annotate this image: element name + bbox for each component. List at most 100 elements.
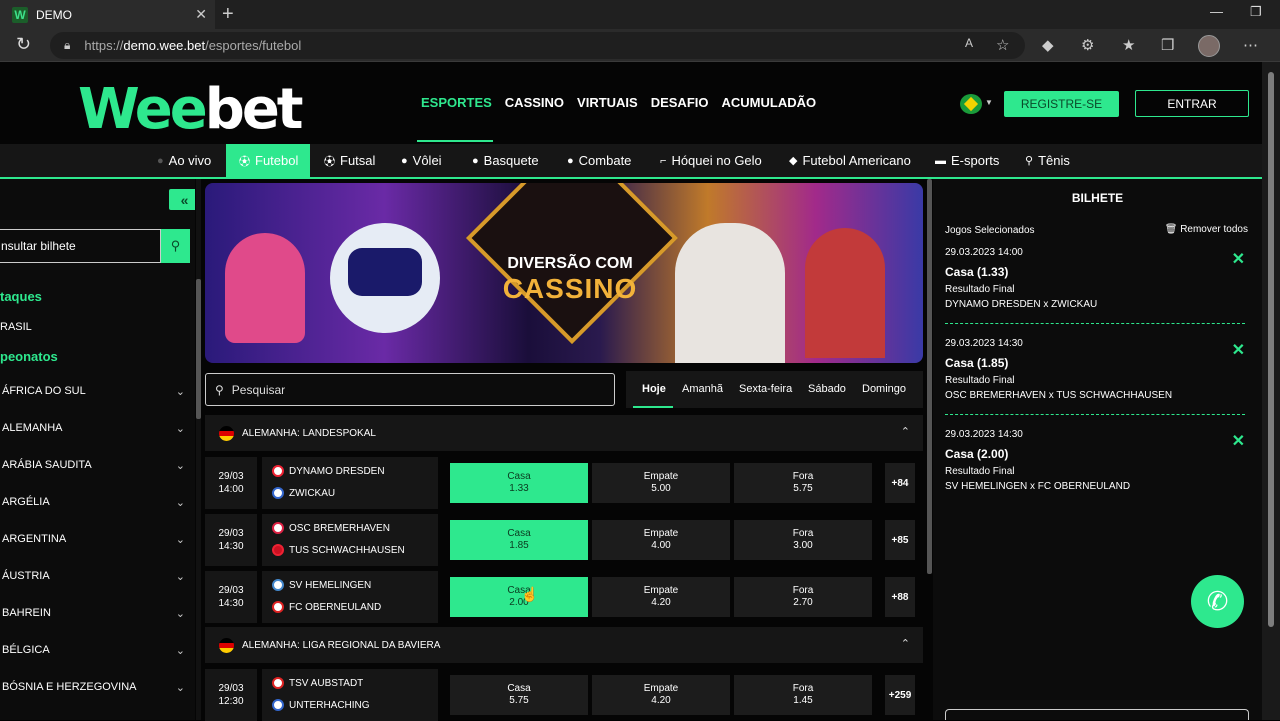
country-item[interactable]: BÓSNIA E HERZEGOVINA ⌄ <box>2 681 185 694</box>
odd-home-button[interactable]: Casa 1.85 <box>450 520 588 560</box>
country-item[interactable]: BAHREIN ⌄ <box>2 607 185 620</box>
match-teams[interactable]: DYNAMO DRESDEN ZWICKAU <box>262 457 438 509</box>
bet-divider <box>945 414 1245 415</box>
odd-away-button[interactable]: Fora 2.70 <box>734 577 872 617</box>
chevron-down-icon: ⌄ <box>175 682 185 694</box>
minimize-icon[interactable]: — <box>1210 4 1223 19</box>
sport-basquete[interactable]: ● Basquete <box>472 144 539 177</box>
brazil-flag-icon[interactable] <box>960 94 982 114</box>
odd-draw-button[interactable]: Empate 4.00 <box>592 520 730 560</box>
country-item[interactable]: ALEMANHA ⌄ <box>2 422 185 435</box>
close-tab-icon[interactable]: ✕ <box>195 6 207 23</box>
country-item[interactable]: ÁFRICA DO SUL ⌄ <box>2 385 185 398</box>
match-teams[interactable]: SV HEMELINGEN FC OBERNEULAND <box>262 571 438 623</box>
more-markets-button[interactable]: +259 <box>885 675 915 715</box>
odd-away-button[interactable]: Fora 3.00 <box>734 520 872 560</box>
odd-draw-button[interactable]: Empate 4.20 <box>592 577 730 617</box>
odd-draw-button[interactable]: Empate 4.20 <box>592 675 730 715</box>
ticket-search-button[interactable]: ⚲ <box>161 229 190 263</box>
extension-diamond-icon[interactable]: ◆ <box>1042 36 1054 54</box>
tab-sexta[interactable]: Sexta-feira <box>739 383 792 395</box>
odd-away-button[interactable]: Fora 1.45 <box>734 675 872 715</box>
sport-esports[interactable]: ▬ E-sports <box>935 144 999 177</box>
odd-away-button[interactable]: Fora 5.75 <box>734 463 872 503</box>
sport-combate[interactable]: ● Combate <box>567 144 631 177</box>
remove-all-button[interactable]: 🗑︎ Remover todos <box>1165 224 1248 235</box>
sport-futebol[interactable]: ⚽︎ Futebol <box>226 144 310 177</box>
more-markets-button[interactable]: +84 <box>885 463 915 503</box>
remove-bet-icon[interactable]: ✕ <box>1232 340 1245 360</box>
league-header[interactable]: ALEMANHA: LANDESPOKAL ⌃ <box>205 415 923 451</box>
url-path: /esportes/futebol <box>205 38 302 53</box>
tab-amanha[interactable]: Amanhã <box>682 383 723 395</box>
address-bar: ↻ 🔒︎ https://demo.wee.bet/esportes/futeb… <box>0 29 1280 62</box>
page-scrollbar-thumb[interactable] <box>1268 72 1274 627</box>
login-button[interactable]: ENTRAR <box>1135 90 1249 117</box>
nav-desafio[interactable]: DESAFIO <box>651 95 709 110</box>
slip-input-box[interactable] <box>945 709 1249 720</box>
weebet-logo[interactable]: Weebet <box>78 77 304 142</box>
mouse-cursor-icon: ☝ <box>521 586 539 602</box>
reload-icon[interactable]: ↻ <box>16 34 31 55</box>
tab-sabado[interactable]: Sábado <box>808 383 846 395</box>
register-button[interactable]: REGISTRE-SE <box>1004 91 1119 117</box>
country-item[interactable]: ARÁBIA SAUDITA ⌄ <box>2 459 185 472</box>
whatsapp-button[interactable]: ✆ <box>1191 575 1244 628</box>
sport-ao-vivo[interactable]: ● Ao vivo <box>157 144 211 177</box>
chevron-up-icon[interactable]: ⌃ <box>901 637 910 650</box>
remove-bet-icon[interactable]: ✕ <box>1232 249 1245 269</box>
favorite-add-icon[interactable]: ☆ <box>996 36 1009 54</box>
country-item[interactable]: ÁUSTRIA ⌄ <box>2 570 185 583</box>
browser-tab[interactable]: W DEMO ✕ <box>0 0 215 29</box>
sport-futsal[interactable]: ⚽︎ Futsal <box>324 144 375 177</box>
country-item[interactable]: BÉLGICA ⌄ <box>2 644 185 657</box>
championships-title: peonatos <box>0 349 58 364</box>
remove-bet-icon[interactable]: ✕ <box>1232 431 1245 451</box>
restore-icon[interactable]: ❐ <box>1250 4 1262 20</box>
page-scrollbar[interactable] <box>1262 62 1280 720</box>
collections-icon[interactable]: ❒ <box>1161 36 1174 54</box>
country-item[interactable]: ARGÉLIA ⌄ <box>2 496 185 509</box>
odd-home-button[interactable]: Casa 2.00 <box>450 577 588 617</box>
lock-icon: 🔒︎ <box>64 38 71 52</box>
odd-home-button[interactable]: Casa 1.33 <box>450 463 588 503</box>
match-teams[interactable]: OSC BREMERHAVEN TUS SCHWACHHAUSEN <box>262 514 438 566</box>
match-teams[interactable]: TSV AUBSTADT UNTERHACHING <box>262 669 438 721</box>
chevron-down-icon: ⌄ <box>175 608 185 620</box>
new-tab-icon[interactable]: + <box>222 3 234 26</box>
more-menu-icon[interactable]: ⋯ <box>1243 36 1258 54</box>
extensions-puzzle-icon[interactable]: ⚙ <box>1081 36 1094 54</box>
nav-esportes[interactable]: ESPORTES <box>421 95 492 110</box>
consult-ticket-input[interactable]: nsultar bilhete <box>0 229 161 263</box>
odd-draw-button[interactable]: Empate 5.00 <box>592 463 730 503</box>
sport-hoquei[interactable]: ⌐ Hóquei no Gelo <box>660 144 762 177</box>
nav-virtuais[interactable]: VIRTUAIS <box>577 95 638 110</box>
event-search-input[interactable]: ⚲ Pesquisar <box>205 373 615 406</box>
nav-cassino[interactable]: CASSINO <box>505 95 564 110</box>
sport-volei[interactable]: ● Vôlei <box>401 144 442 177</box>
more-markets-button[interactable]: +88 <box>885 577 915 617</box>
url-field[interactable]: 🔒︎ https://demo.wee.bet/esportes/futebol <box>50 32 1025 59</box>
sidebar-scrollbar[interactable] <box>196 179 201 720</box>
favorites-icon[interactable]: ★ <box>1122 36 1135 54</box>
sport-tenis[interactable]: ⚲ Tênis <box>1025 144 1070 177</box>
tab-hoje[interactable]: Hoje <box>642 383 666 395</box>
profile-avatar[interactable] <box>1198 35 1220 57</box>
main-nav: ESPORTES CASSINO VIRTUAIS DESAFIO ACUMUL… <box>421 95 816 110</box>
odd-home-button[interactable]: Casa 5.75 <box>450 675 588 715</box>
content-scrollbar-thumb[interactable] <box>927 179 932 574</box>
sport-futebol-americano[interactable]: ◆ Futebol Americano <box>789 144 911 177</box>
read-aloud-icon[interactable]: A <box>965 36 973 50</box>
highlight-item[interactable]: RASIL <box>0 321 32 333</box>
language-caret-icon[interactable]: ▼ <box>985 98 993 107</box>
more-markets-button[interactable]: +85 <box>885 520 915 560</box>
germany-flag-icon <box>219 425 234 441</box>
league-header[interactable]: ALEMANHA: LIGA REGIONAL DA BAVIERA ⌃ <box>205 627 923 663</box>
sidebar-scrollbar-thumb[interactable] <box>196 279 201 419</box>
nav-acumuladao[interactable]: ACUMULADÃO <box>722 95 817 110</box>
collapse-sidebar-button[interactable]: « <box>169 189 195 210</box>
casino-banner[interactable]: DIVERSÃO COM CASSINO <box>205 183 923 363</box>
tab-domingo[interactable]: Domingo <box>862 383 906 395</box>
chevron-up-icon[interactable]: ⌃ <box>901 425 910 438</box>
country-item[interactable]: ARGENTINA ⌄ <box>2 533 185 546</box>
